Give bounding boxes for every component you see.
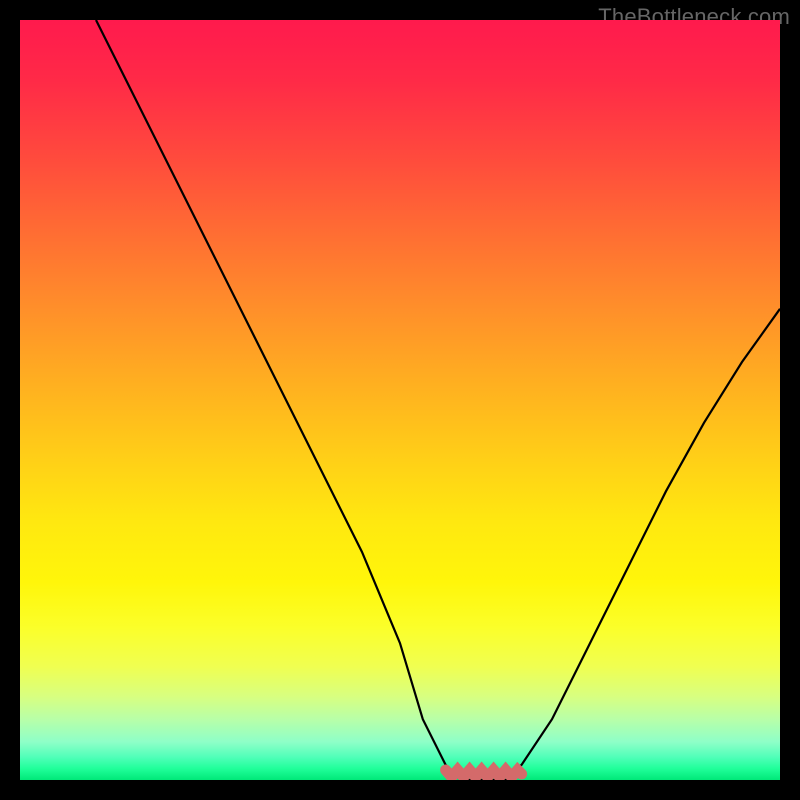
highlight-floor-path	[446, 770, 522, 777]
chart-frame: TheBottleneck.com	[0, 0, 800, 800]
chart-svg	[20, 20, 780, 780]
plot-area	[20, 20, 780, 780]
bottleneck-curve-path	[96, 20, 780, 780]
